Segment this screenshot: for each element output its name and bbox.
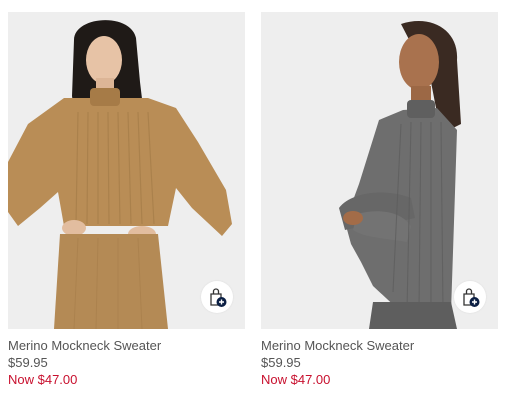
product-title[interactable]: Merino Mockneck Sweater — [8, 337, 245, 354]
original-price: $59.95 — [8, 355, 48, 370]
shopping-bag-plus-icon — [210, 288, 227, 307]
product-title[interactable]: Merino Mockneck Sweater — [261, 337, 498, 354]
original-price: $59.95 — [261, 355, 301, 370]
sale-price: Now $47.00 — [261, 372, 331, 387]
quick-add-button[interactable] — [454, 281, 486, 313]
product-image[interactable] — [8, 12, 245, 329]
product-grid: Merino Mockneck Sweater $59.95 Now $47.0… — [0, 0, 509, 402]
sale-price: Now $47.00 — [8, 372, 78, 387]
quick-add-button[interactable] — [201, 281, 233, 313]
shopping-bag-plus-icon — [463, 288, 480, 307]
product-card: Merino Mockneck Sweater $59.95 Now $47.0… — [8, 12, 245, 388]
product-image[interactable] — [261, 12, 498, 329]
product-info: Merino Mockneck Sweater $59.95 Now $47.0… — [8, 329, 245, 388]
product-card: Merino Mockneck Sweater $59.95 Now $47.0… — [261, 12, 498, 388]
product-info: Merino Mockneck Sweater $59.95 Now $47.0… — [261, 329, 498, 388]
